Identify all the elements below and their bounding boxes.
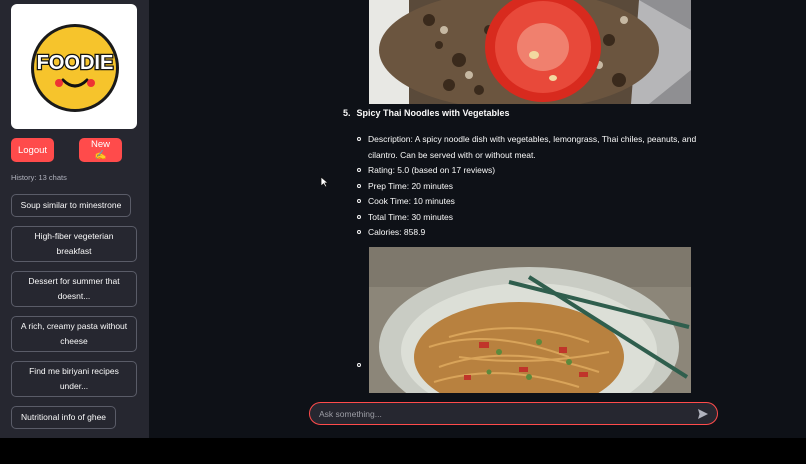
recipe-details-list: Description: A spicy noodle dish with ve…	[357, 132, 717, 241]
svg-text:FOODIE: FOODIE	[37, 52, 114, 74]
new-chat-button[interactable]: New ✍️	[79, 138, 122, 162]
recipe-cook-time: Cook Time: 10 minutes	[357, 194, 717, 210]
chat-history-item[interactable]: High-fiber vegeterian breakfast	[11, 226, 137, 262]
recipe-number: 5.	[343, 108, 351, 118]
chat-history-item[interactable]: Nutritional info of ghee	[11, 406, 116, 429]
chat-input[interactable]	[310, 408, 694, 419]
chat-history-item[interactable]: A rich, creamy pasta without cheese	[11, 316, 137, 352]
chat-history-item[interactable]: Soup similar to minestrone	[11, 194, 131, 217]
send-icon[interactable]	[694, 405, 712, 423]
recipe-image-previous	[369, 0, 691, 104]
image-bullet	[357, 363, 361, 367]
logout-button[interactable]: Logout	[11, 138, 54, 162]
chat-history-item[interactable]: Find me biriyani recipes under...	[11, 361, 137, 397]
mouse-cursor-icon	[320, 175, 330, 193]
recipe-image	[369, 247, 691, 393]
recipe-total-time: Total Time: 30 minutes	[357, 210, 717, 226]
recipe-rating: Rating: 5.0 (based on 17 reviews)	[357, 163, 717, 179]
recipe-prep-time: Prep Time: 20 minutes	[357, 179, 717, 195]
foodie-logo: FOODIE	[11, 4, 137, 129]
chat-input-container	[309, 402, 718, 425]
sidebar: FOODIE Logout New ✍️ History: 13 chats S…	[0, 0, 149, 438]
history-count: History: 13 chats	[11, 173, 67, 182]
recipe-name: Spicy Thai Noodles with Vegetables	[356, 108, 510, 118]
recipe-title: 5. Spicy Thai Noodles with Vegetables	[343, 108, 510, 118]
app-window: FOODIE Logout New ✍️ History: 13 chats S…	[0, 0, 806, 438]
chat-history-item[interactable]: Dessert for summer that doesnt...	[11, 271, 137, 307]
recipe-calories: Calories: 858.9	[357, 225, 717, 241]
recipe-description: Description: A spicy noodle dish with ve…	[357, 132, 717, 163]
